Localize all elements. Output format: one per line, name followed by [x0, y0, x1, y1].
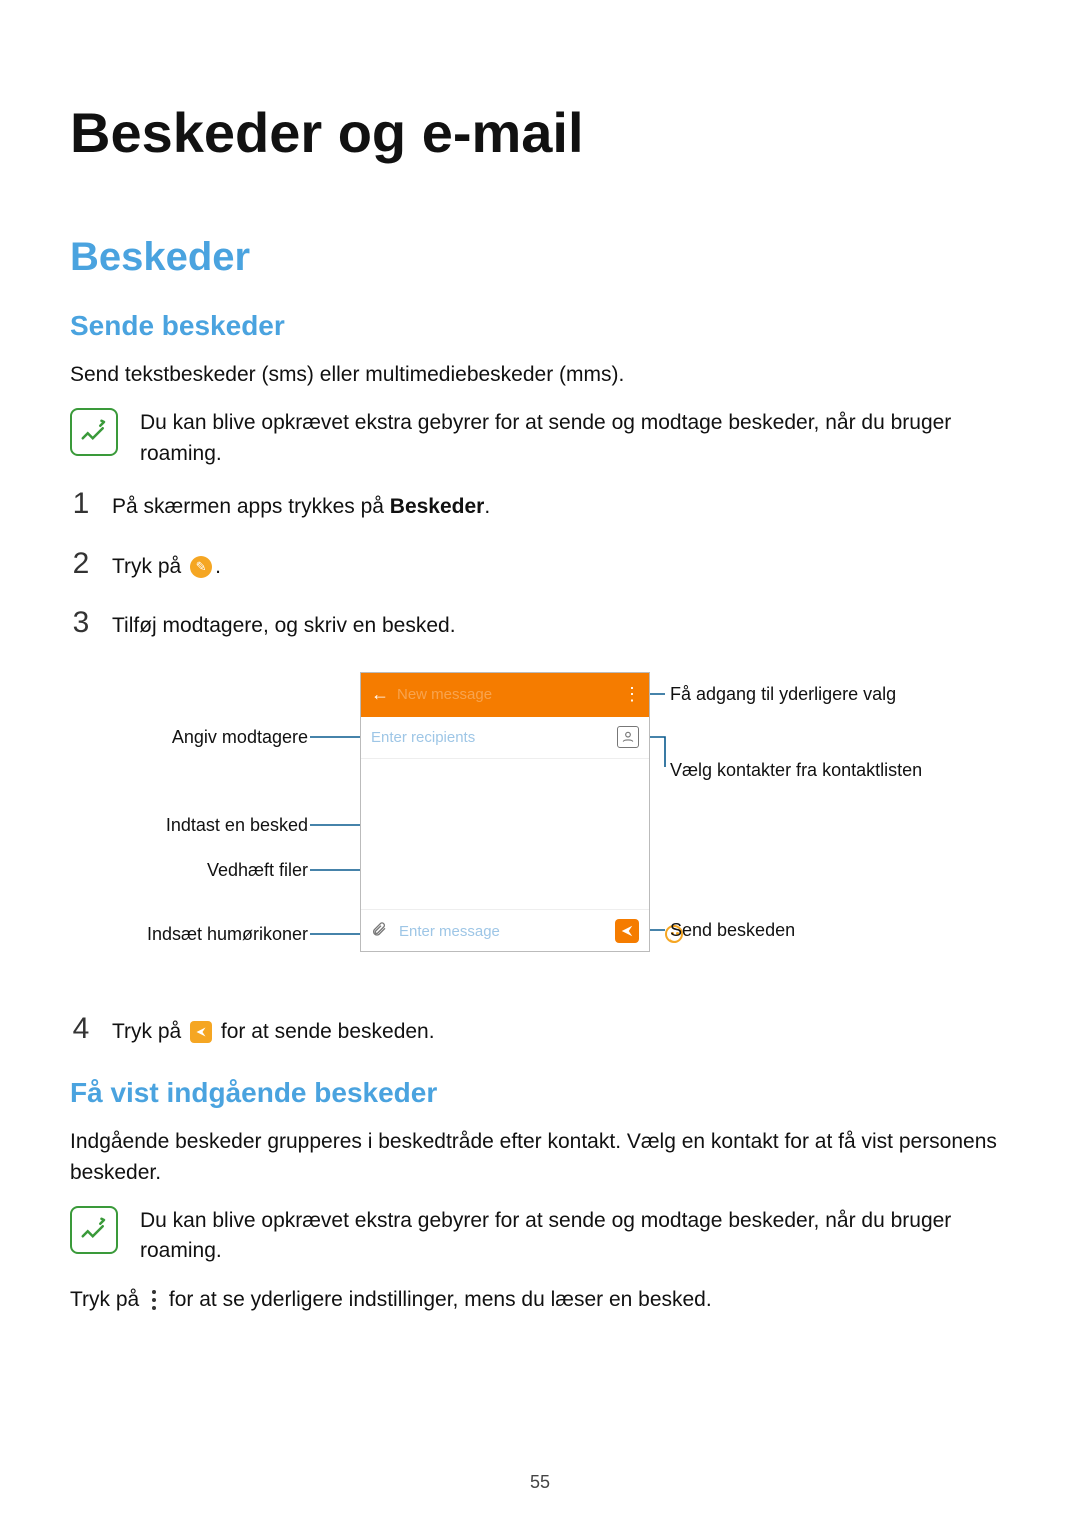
note-icon — [70, 1206, 118, 1254]
phone-compose-bar: Enter message — [361, 909, 649, 953]
step-number: 1 — [70, 487, 92, 521]
step-2: 2 Tryk på ✎. — [70, 547, 1010, 582]
recipients-field: Enter recipients — [361, 717, 649, 759]
page-title-h1: Beskeder og e-mail — [70, 100, 1010, 165]
callout-emoji: Indsæt humørikoner — [120, 924, 308, 945]
step-text: Tryk på for at sende beskeden. — [112, 1017, 435, 1047]
callout-more-options: Få adgang til yderligere valg — [670, 684, 896, 705]
step-2-post: . — [215, 555, 221, 578]
step-2-pre: Tryk på — [112, 555, 187, 578]
message-placeholder: Enter message — [399, 923, 603, 940]
section2-body: Indgående beskeder grupperes i beskedtrå… — [70, 1127, 1010, 1188]
step-1-post: . — [484, 495, 490, 518]
attach-icon — [371, 921, 387, 942]
back-arrow-icon: ← — [371, 684, 389, 705]
page-number: 55 — [0, 1472, 1080, 1493]
callout-send: Send beskeden — [670, 920, 795, 941]
document-page: Beskeder og e-mail Beskeder Sende besked… — [0, 0, 1080, 1527]
more-options-icon: ⋮ — [623, 684, 639, 705]
step-text: Tryk på ✎. — [112, 552, 221, 582]
step-4: 4 Tryk på for at sende beskeden. — [70, 1012, 1010, 1047]
steps-list-2: 4 Tryk på for at sende beskeden. — [70, 1012, 1010, 1047]
note-text-1: Du kan blive opkrævet ekstra gebyrer for… — [140, 408, 1010, 469]
section-heading-beskeder: Beskeder — [70, 235, 1010, 280]
phone-mockup: ← New message ⋮ Enter recipients Enter m… — [360, 672, 650, 952]
intro-text: Send tekstbeskeder (sms) eller multimedi… — [70, 360, 1010, 390]
step-number: 3 — [70, 606, 92, 640]
tail-post: for at se yderligere indstillinger, mens… — [163, 1288, 712, 1311]
callout-recipients: Angiv modtagere — [158, 727, 308, 748]
step-4-pre: Tryk på — [112, 1020, 187, 1043]
step-text: Tilføj modtagere, og skriv en besked. — [112, 611, 456, 641]
note-block-2: Du kan blive opkrævet ekstra gebyrer for… — [70, 1206, 1010, 1267]
more-options-icon-inline — [149, 1289, 159, 1311]
subheading-indgaende: Få vist indgående beskeder — [70, 1077, 1010, 1109]
contacts-icon — [617, 726, 639, 748]
phone-body-area — [361, 759, 649, 909]
note-text-2: Du kan blive opkrævet ekstra gebyrer for… — [140, 1206, 1010, 1267]
compose-icon: ✎ — [190, 556, 212, 578]
section2-tail: Tryk på for at se yderligere indstilling… — [70, 1285, 1010, 1315]
step-number: 4 — [70, 1012, 92, 1046]
callout-enter-message: Indtast en besked — [150, 815, 308, 836]
subheading-sende-beskeder: Sende beskeder — [70, 310, 1010, 342]
tail-pre: Tryk på — [70, 1288, 145, 1311]
note-block-1: Du kan blive opkrævet ekstra gebyrer for… — [70, 408, 1010, 469]
send-icon-inline — [190, 1021, 212, 1043]
phone-header-title: New message — [397, 686, 615, 703]
callout-contacts: Vælg kontakter fra kontaktlisten — [670, 760, 922, 781]
steps-list: 1 På skærmen apps trykkes på Beskeder. 2… — [70, 487, 1010, 641]
step-4-post: for at sende beskeden. — [215, 1020, 435, 1043]
recipients-placeholder: Enter recipients — [371, 729, 609, 746]
step-1-pre: På skærmen apps trykkes på — [112, 495, 390, 518]
step-3: 3 Tilføj modtagere, og skriv en besked. — [70, 606, 1010, 641]
note-icon — [70, 408, 118, 456]
diagram: ← New message ⋮ Enter recipients Enter m… — [70, 672, 1010, 972]
callout-attach: Vedhæft filer — [188, 860, 308, 881]
step-text: På skærmen apps trykkes på Beskeder. — [112, 492, 490, 522]
send-icon — [615, 919, 639, 943]
step-1: 1 På skærmen apps trykkes på Beskeder. — [70, 487, 1010, 522]
step-number: 2 — [70, 547, 92, 581]
phone-header: ← New message ⋮ — [361, 673, 649, 717]
step-1-bold: Beskeder — [390, 495, 485, 518]
